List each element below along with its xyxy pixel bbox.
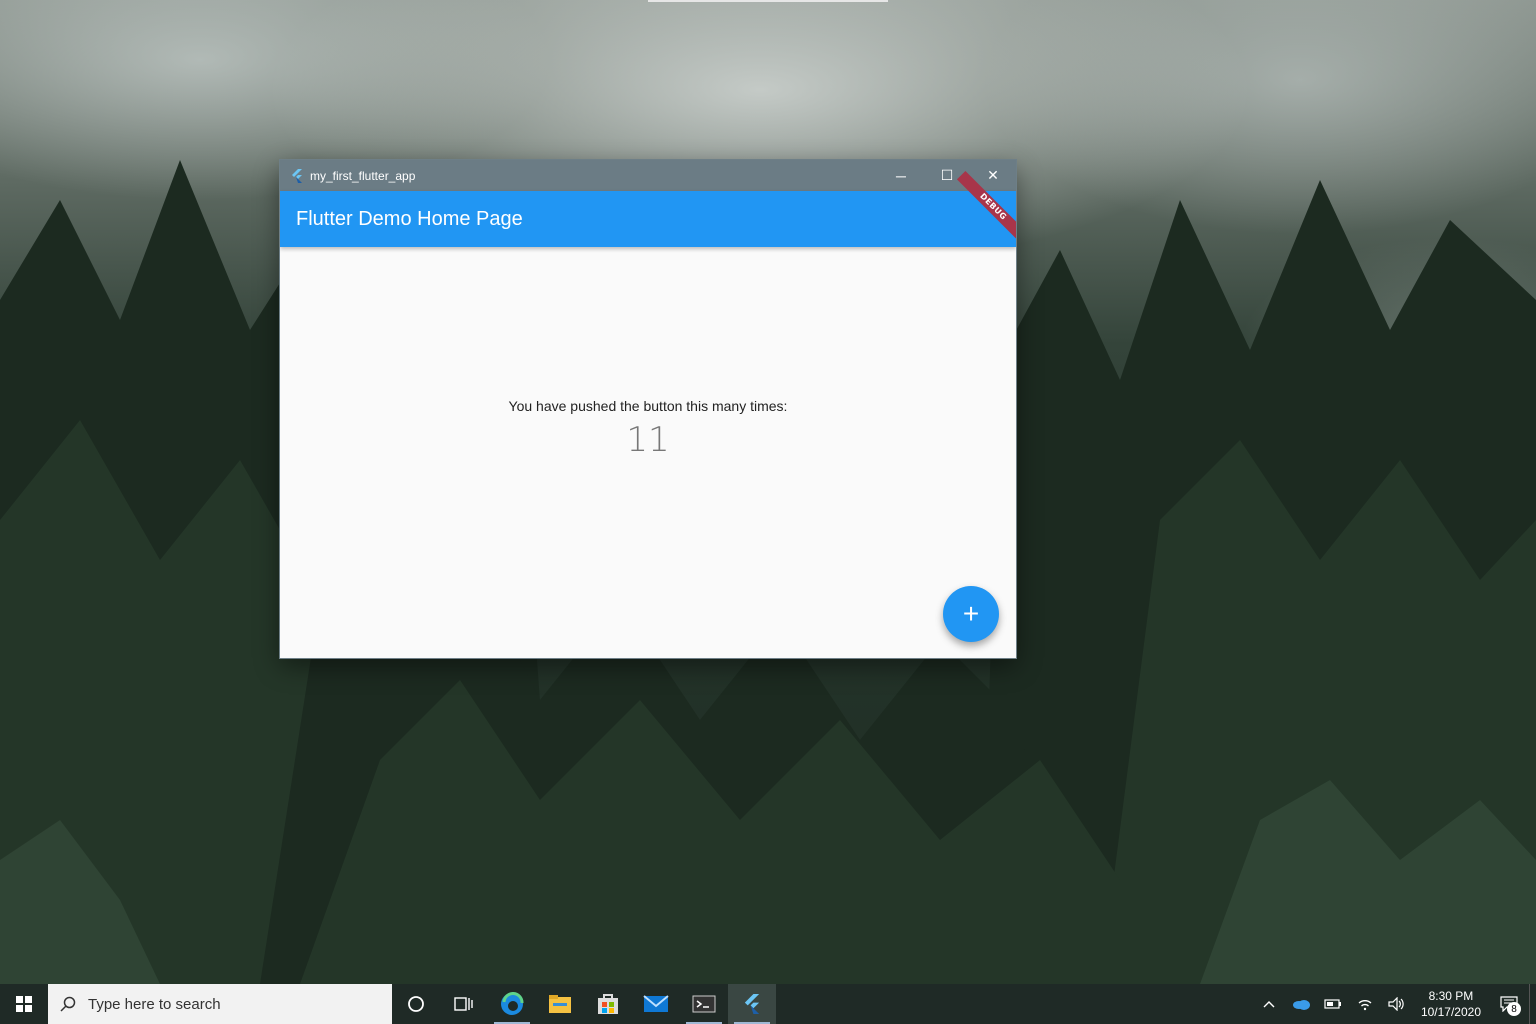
clock-time: 8:30 PM <box>1428 989 1474 1003</box>
plus-icon: + <box>962 598 980 629</box>
minimize-button[interactable]: ─ <box>878 160 924 191</box>
system-tray: 8:30 PM 10/17/2020 8 <box>1253 984 1536 1024</box>
flutter-app-icon <box>744 994 760 1014</box>
show-hidden-icons-button[interactable] <box>1253 984 1285 1024</box>
app-window: my_first_flutter_app ─ ☐ ✕ Flutter Demo … <box>280 160 1016 658</box>
taskbar-mail[interactable] <box>632 984 680 1024</box>
window-title: my_first_flutter_app <box>310 168 416 183</box>
terminal-icon <box>692 995 716 1013</box>
search-icon <box>48 996 88 1012</box>
onedrive-button[interactable] <box>1285 984 1317 1024</box>
counter-message: You have pushed the button this many tim… <box>508 397 788 414</box>
action-center-button[interactable]: 8 <box>1489 984 1529 1024</box>
taskbar: Type here to search 8:30 PM 10/17/2020 8 <box>0 984 1536 1024</box>
task-view-icon <box>454 997 473 1011</box>
start-button[interactable] <box>0 984 48 1024</box>
taskbar-store[interactable] <box>584 984 632 1024</box>
onedrive-icon <box>1292 1000 1310 1010</box>
notification-count-badge: 8 <box>1507 1002 1521 1016</box>
edge-icon <box>501 992 524 1015</box>
windows-start-icon <box>16 996 32 1012</box>
cortana-button[interactable] <box>392 984 440 1024</box>
wifi-icon <box>1358 1000 1372 1011</box>
taskbar-file-explorer[interactable] <box>536 984 584 1024</box>
volume-button[interactable] <box>1381 984 1413 1024</box>
window-titlebar[interactable]: my_first_flutter_app ─ ☐ ✕ <box>280 160 1016 191</box>
taskbar-terminal[interactable] <box>680 984 728 1024</box>
counter-value: 11 <box>626 419 670 460</box>
battery-button[interactable] <box>1317 984 1349 1024</box>
taskbar-edge[interactable] <box>488 984 536 1024</box>
battery-icon <box>1324 999 1341 1009</box>
app-bar: Flutter Demo Home Page DEBUG <box>280 170 1016 247</box>
clock-date: 10/17/2020 <box>1420 1005 1481 1019</box>
taskbar-search[interactable]: Type here to search <box>48 984 392 1024</box>
app-body: You have pushed the button this many tim… <box>280 247 1016 658</box>
search-placeholder: Type here to search <box>88 995 221 1013</box>
file-explorer-icon <box>549 995 571 1013</box>
cortana-icon <box>408 996 424 1012</box>
flutter-logo-icon <box>292 168 302 183</box>
taskbar-clock[interactable]: 8:30 PM 10/17/2020 <box>1413 988 1489 1020</box>
increment-button[interactable]: + <box>943 586 999 642</box>
taskbar-flutter-app[interactable] <box>728 984 776 1024</box>
show-desktop-button[interactable] <box>1529 984 1536 1024</box>
task-view-button[interactable] <box>440 984 488 1024</box>
chevron-up-icon <box>1263 1001 1275 1008</box>
speaker-icon <box>1388 997 1404 1011</box>
network-button[interactable] <box>1349 984 1381 1024</box>
app-bar-title: Flutter Demo Home Page <box>296 207 523 230</box>
store-icon <box>598 994 618 1014</box>
mail-icon <box>643 995 669 1012</box>
